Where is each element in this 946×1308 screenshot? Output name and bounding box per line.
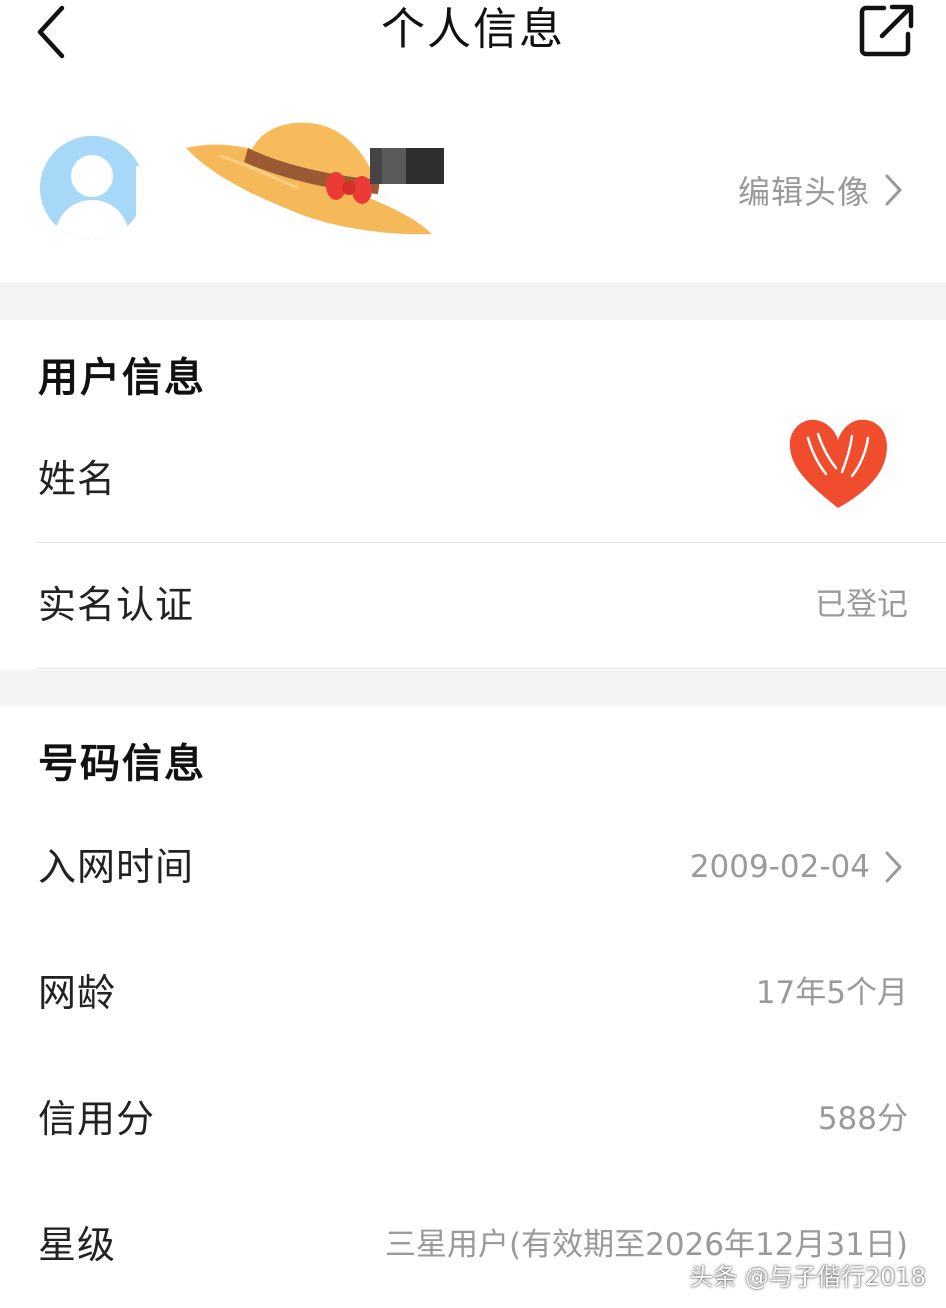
row-label: 信用分 — [38, 1097, 156, 1141]
edit-avatar-label: 编辑头像 — [737, 173, 870, 211]
share-button[interactable] — [858, 2, 916, 60]
page-title: 个人信息 — [381, 4, 565, 55]
edit-avatar-link[interactable]: 编辑头像 — [737, 170, 908, 211]
row-value-group: 2009-02-04 — [690, 804, 908, 930]
row-value: 2009-02-04 — [689, 849, 870, 885]
avatar[interactable] — [40, 136, 144, 240]
watermark: 头条 @与子偕行2018 — [689, 1263, 926, 1291]
row-value: 17年5个月 — [755, 975, 908, 1011]
row-value: 已登记 — [815, 587, 908, 623]
row-label: 入网时间 — [38, 845, 195, 889]
row-label: 姓名 — [38, 457, 117, 501]
share-external-icon — [859, 4, 914, 57]
row-label: 实名认证 — [38, 583, 195, 627]
row-label: 网龄 — [38, 971, 117, 1015]
divider — [36, 668, 946, 669]
number-info-title: 号码信息 — [38, 741, 206, 787]
list-item-network-age[interactable]: 网龄 17年5个月 — [0, 930, 946, 1056]
profile-card: 编辑头像 — [0, 70, 946, 282]
list-item-join-date[interactable]: 入网时间 2009-02-04 — [0, 804, 946, 930]
list-item-name[interactable]: 姓名 — [0, 416, 946, 542]
default-avatar-icon — [40, 136, 144, 240]
number-info-section: 号码信息 入网时间 2009-02-04 网龄 17年5个月 信用分 588分 … — [0, 706, 946, 1300]
heart-sticker — [789, 419, 888, 508]
chevron-right-icon — [885, 851, 902, 883]
top-bar: 个人信息 — [0, 0, 946, 70]
section-gap — [0, 670, 946, 706]
chevron-right-icon — [885, 174, 902, 206]
section-gap — [0, 282, 946, 320]
name-redaction — [370, 148, 444, 184]
list-item-real-name[interactable]: 实名认证 已登记 — [0, 542, 946, 668]
user-info-title: 用户信息 — [38, 355, 206, 401]
user-info-section: 用户信息 姓名 实名认证 已登记 — [0, 320, 946, 670]
row-label: 星级 — [38, 1223, 117, 1267]
list-item-credit-score[interactable]: 信用分 588分 — [0, 1056, 946, 1182]
row-value: 588分 — [817, 1101, 908, 1137]
